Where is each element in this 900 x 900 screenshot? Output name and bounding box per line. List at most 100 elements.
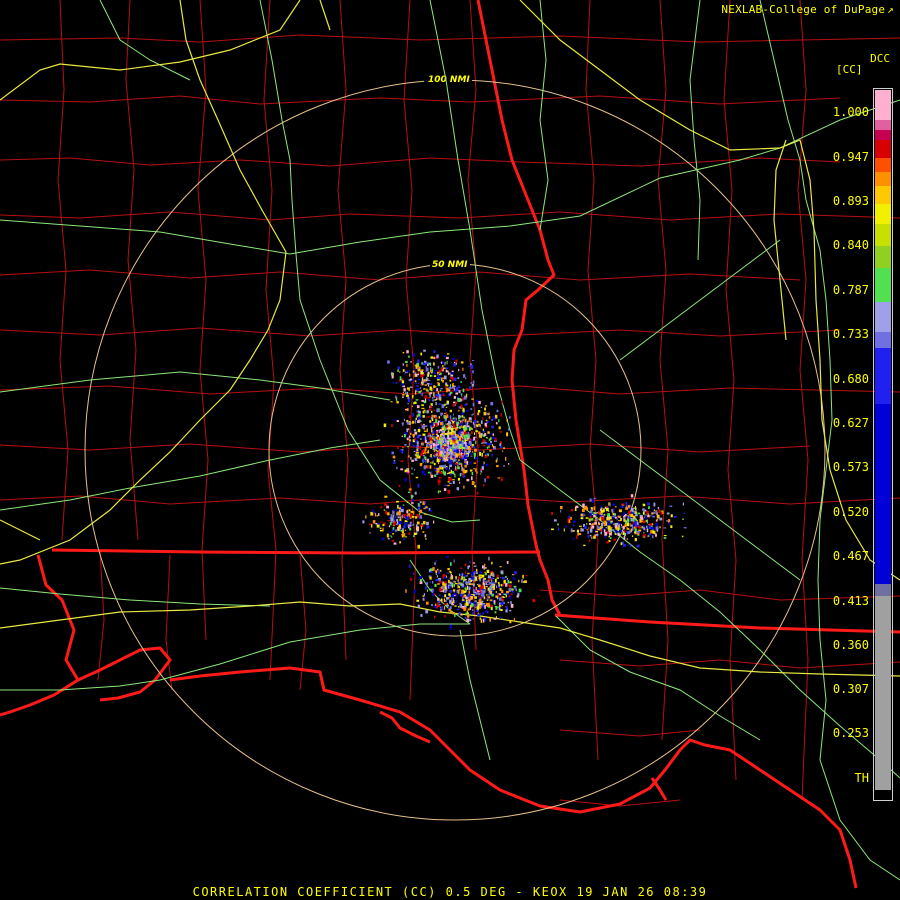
radar-echo-pixel bbox=[472, 451, 474, 453]
radar-echo-pixel bbox=[461, 445, 463, 450]
radar-echo-pixel bbox=[433, 520, 435, 524]
radar-echo-pixel bbox=[379, 521, 382, 523]
radar-echo-pixel bbox=[447, 484, 450, 487]
radar-echo-pixel bbox=[431, 368, 434, 373]
radar-echo-pixel bbox=[428, 364, 430, 367]
radar-echo-pixel bbox=[424, 384, 427, 386]
radar-echo-pixel bbox=[399, 524, 401, 528]
radar-echo-pixel bbox=[397, 446, 399, 449]
radar-echo-pixel bbox=[438, 578, 441, 580]
radar-echo-pixel bbox=[647, 502, 650, 506]
radar-echo-pixel bbox=[652, 535, 654, 539]
radar-echo-pixel bbox=[443, 424, 446, 428]
radar-echo-pixel bbox=[453, 425, 456, 428]
radar-echo-pixel bbox=[456, 608, 460, 611]
radar-echo-pixel bbox=[438, 603, 441, 606]
radar-echo-pixel bbox=[490, 402, 494, 406]
radar-echo-pixel bbox=[454, 613, 456, 617]
radar-echo-pixel bbox=[489, 574, 491, 579]
radar-echo-pixel bbox=[483, 618, 485, 623]
radar-echo-pixel bbox=[431, 372, 433, 374]
radar-echo-pixel bbox=[428, 399, 431, 402]
radar-echo-pixel bbox=[619, 523, 622, 526]
radar-echo-pixel bbox=[478, 444, 480, 448]
radar-echo-pixel bbox=[579, 525, 582, 527]
external-link-arrow-icon[interactable]: ↗ bbox=[887, 3, 894, 16]
radar-echo-pixel bbox=[467, 572, 470, 575]
radar-echo-pixel bbox=[430, 356, 433, 359]
radar-echo-pixel bbox=[471, 384, 475, 387]
radar-echo-pixel bbox=[646, 528, 649, 533]
radar-echo-pixel bbox=[405, 516, 408, 519]
radar-echo-pixel bbox=[463, 594, 466, 597]
radar-echo-pixel bbox=[410, 432, 412, 435]
radar-echo-pixel bbox=[471, 481, 475, 485]
radar-echo-pixel bbox=[606, 541, 609, 544]
radar-echo-pixel bbox=[467, 444, 470, 446]
radar-echo-pixel bbox=[476, 420, 479, 423]
radar-echo-pixel bbox=[653, 511, 656, 514]
radar-echo-pixel bbox=[422, 415, 425, 418]
radar-echo-pixel bbox=[487, 604, 490, 607]
radar-echo-pixel bbox=[634, 511, 637, 514]
radar-echo-pixel bbox=[537, 595, 539, 597]
radar-echo-pixel bbox=[411, 473, 414, 475]
colorbar-tick: 0.253 bbox=[832, 726, 869, 740]
radar-echo-pixel bbox=[452, 404, 455, 407]
credit-label[interactable]: NEXLAB-College of DuPage ↗ bbox=[721, 3, 894, 16]
radar-echo-pixel bbox=[482, 417, 484, 421]
radar-echo-pixel bbox=[436, 377, 439, 379]
radar-echo-pixel bbox=[429, 588, 432, 591]
radar-echo-pixel bbox=[448, 386, 452, 389]
radar-echo-pixel bbox=[651, 508, 654, 510]
radar-echo-pixel bbox=[452, 479, 455, 481]
colorbar-segment bbox=[875, 332, 891, 348]
radar-echo-pixel bbox=[610, 531, 613, 534]
radar-echo-pixel bbox=[446, 387, 449, 392]
radar-echo-pixel bbox=[465, 393, 468, 398]
radar-echo-pixel bbox=[601, 516, 604, 521]
radar-echo-pixel bbox=[426, 465, 428, 468]
radar-echo-pixel bbox=[477, 590, 480, 592]
radar-echo-pixel bbox=[463, 374, 466, 378]
radar-echo-pixel bbox=[614, 513, 616, 517]
radar-echo-pixel bbox=[483, 483, 485, 487]
radar-echo-pixel bbox=[390, 514, 393, 518]
radar-echo-pixel bbox=[580, 514, 583, 517]
radar-echo-pixel bbox=[386, 533, 389, 538]
radar-echo-pixel bbox=[413, 532, 417, 535]
radar-echo-pixel bbox=[442, 445, 445, 448]
radar-echo-pixel bbox=[656, 514, 660, 519]
radar-echo-pixel bbox=[455, 577, 457, 580]
radar-echo-pixel bbox=[409, 373, 411, 377]
radar-echo-pixel bbox=[461, 455, 464, 458]
radar-echo-pixel bbox=[453, 363, 456, 367]
radar-echo-pixel bbox=[448, 597, 450, 600]
radar-echo-pixel bbox=[517, 592, 520, 597]
radar-echo-pixel bbox=[476, 606, 479, 610]
radar-echo-pixel bbox=[589, 498, 592, 502]
radar-echo-pixel bbox=[471, 444, 475, 446]
radar-echo-pixel bbox=[416, 441, 419, 445]
credit-text[interactable]: NEXLAB-College of DuPage bbox=[721, 3, 885, 16]
radar-echo-pixel bbox=[424, 534, 427, 538]
radar-echo-pixel bbox=[465, 377, 467, 380]
radar-echo-pixel bbox=[482, 603, 484, 605]
radar-echo-pixel bbox=[417, 382, 420, 384]
radar-echo-pixel bbox=[453, 377, 457, 381]
radar-echo-pixel bbox=[478, 574, 482, 576]
radar-echo-pixel bbox=[393, 419, 396, 421]
radar-echo-pixel bbox=[512, 577, 515, 581]
radar-echo-pixel bbox=[483, 461, 485, 465]
radar-echo-pixel bbox=[411, 405, 413, 407]
radar-echo-pixel bbox=[453, 434, 455, 437]
radar-echo-pixel bbox=[486, 475, 490, 479]
radar-echo-pixel bbox=[494, 578, 497, 583]
radar-echo-pixel bbox=[453, 387, 455, 391]
radar-echo-pixel bbox=[435, 436, 438, 439]
radar-echo-pixel bbox=[413, 535, 415, 537]
radar-echo-pixel bbox=[642, 520, 646, 524]
radar-echo-pixel bbox=[402, 504, 405, 506]
radar-echo-pixel bbox=[421, 526, 422, 530]
radar-echo-pixel bbox=[479, 596, 482, 599]
